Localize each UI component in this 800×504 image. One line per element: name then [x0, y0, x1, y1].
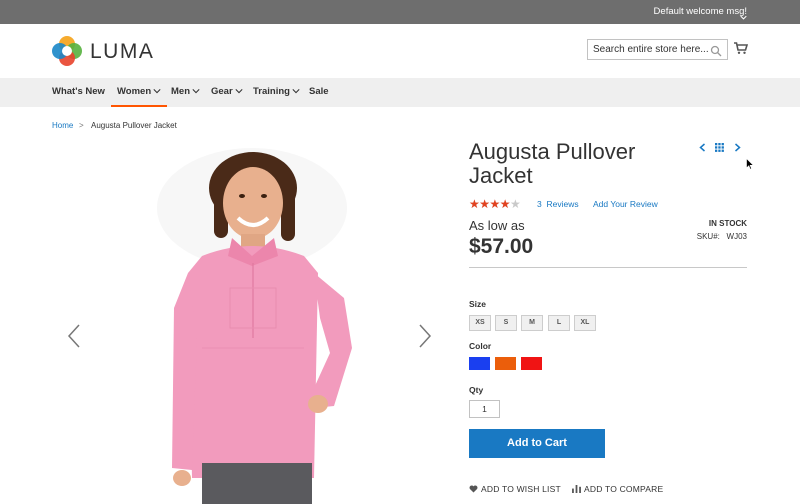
size-label: Size	[469, 299, 487, 309]
color-label: Color	[469, 341, 492, 351]
compare-icon	[572, 485, 581, 493]
color-swatch-blue[interactable]	[469, 357, 490, 370]
qty-label: Qty	[469, 385, 484, 395]
size-option-xs[interactable]: XS	[469, 315, 491, 331]
add-to-compare-link[interactable]: ADD TO COMPARE	[572, 484, 663, 494]
nav-item-training[interactable]: Training	[253, 78, 300, 107]
breadcrumb-home[interactable]: Home	[52, 121, 73, 130]
qty-input[interactable]: 1	[469, 400, 500, 418]
color-swatch-orange[interactable]	[495, 357, 516, 370]
mouse-cursor-icon	[746, 158, 754, 170]
price: $57.00	[469, 235, 534, 258]
nav-item-women[interactable]: Women	[111, 78, 168, 107]
nav-item-men[interactable]: Men	[171, 78, 200, 107]
search-input[interactable]: Search entire store here...	[587, 39, 728, 60]
product-title: Augusta Pullover Jacket	[469, 139, 636, 188]
grid-icon[interactable]	[715, 143, 724, 152]
breadcrumb-current: Augusta Pullover Jacket	[91, 121, 177, 130]
gallery-prev-icon[interactable]	[66, 323, 82, 349]
reviews-link[interactable]: 3 Reviews	[537, 199, 579, 209]
size-option-s[interactable]: S	[495, 315, 517, 331]
stock-status: IN STOCK	[708, 219, 747, 228]
add-review-link[interactable]: Add Your Review	[593, 199, 658, 209]
as-low-as-label: As low as	[469, 218, 525, 233]
nav-item-gear[interactable]: Gear	[211, 78, 243, 107]
color-swatch-red[interactable]	[521, 357, 542, 370]
chevron-down-icon	[153, 89, 161, 94]
chevron-down-icon	[292, 89, 300, 94]
cart-icon[interactable]	[734, 41, 749, 55]
product-gallery[interactable]	[52, 138, 448, 504]
product-image	[157, 148, 352, 504]
welcome-message: Default welcome msg!	[653, 6, 747, 17]
rating-stars: ★★★★★ ★★★★★	[469, 197, 521, 211]
search-icon[interactable]	[710, 44, 722, 57]
breadcrumb-separator: >	[79, 121, 84, 130]
next-product-icon[interactable]	[733, 143, 742, 152]
add-to-wishlist-link[interactable]: ADD TO WISH LIST	[469, 484, 561, 494]
sku: SKU#: WJ03	[696, 232, 747, 241]
nav-item-sale[interactable]: Sale	[309, 78, 329, 107]
gallery-next-icon[interactable]	[417, 323, 433, 349]
search-placeholder: Search entire store here...	[593, 44, 709, 55]
chevron-down-icon	[192, 89, 200, 94]
divider	[469, 267, 747, 268]
logo-text[interactable]: LUMA	[90, 40, 154, 64]
size-option-xl[interactable]: XL	[574, 315, 596, 331]
top-bar: Default welcome msg!	[0, 0, 800, 24]
add-to-cart-button[interactable]: Add to Cart	[469, 429, 605, 458]
header: LUMA Search entire store here...	[0, 24, 800, 78]
size-option-m[interactable]: M	[521, 315, 543, 331]
luma-logo-icon[interactable]	[52, 36, 82, 66]
nav-item-whats-new[interactable]: What's New	[52, 78, 105, 107]
main-nav: What's New Women Men Gear Training Sale	[0, 78, 800, 107]
size-option-l[interactable]: L	[548, 315, 570, 331]
heart-icon	[469, 485, 478, 493]
chevron-down-icon	[235, 89, 243, 94]
prev-product-icon[interactable]	[698, 143, 707, 152]
